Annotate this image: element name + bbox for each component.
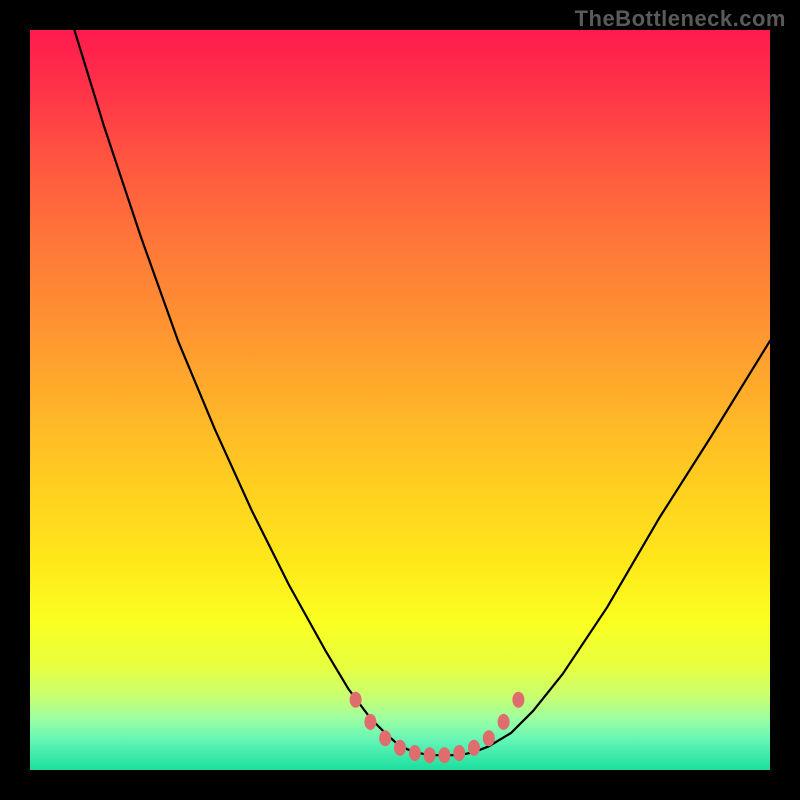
watermark-text: TheBottleneck.com — [575, 6, 786, 32]
chart-frame: TheBottleneck.com — [0, 0, 800, 800]
curve-marker — [409, 745, 421, 761]
curve-marker — [483, 730, 495, 746]
curve-marker — [364, 714, 376, 730]
curve-markers — [350, 692, 525, 764]
chart-svg — [30, 30, 770, 770]
curve-marker — [438, 747, 450, 763]
bottleneck-curve — [74, 30, 770, 755]
curve-marker — [453, 745, 465, 761]
curve-marker — [424, 747, 436, 763]
curve-marker — [498, 714, 510, 730]
curve-marker — [394, 740, 406, 756]
curve-marker — [379, 730, 391, 746]
curve-marker — [468, 740, 480, 756]
curve-marker — [350, 692, 362, 708]
plot-area — [30, 30, 770, 770]
curve-marker — [512, 692, 524, 708]
